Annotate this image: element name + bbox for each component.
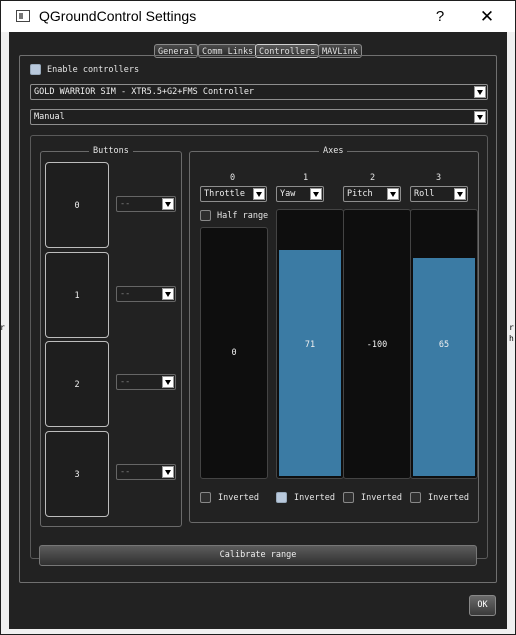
axis-level-fill — [413, 258, 475, 476]
axis-2-mapping-select[interactable]: Pitch — [343, 186, 401, 202]
chevron-down-icon — [162, 376, 174, 388]
enable-controllers-label: Enable controllers — [47, 65, 140, 75]
axis-3-mapping-select[interactable]: Roll — [410, 186, 468, 202]
axis-value: 65 — [438, 340, 450, 350]
button-action-value: -- — [120, 199, 131, 209]
ok-button[interactable]: OK — [469, 595, 496, 616]
chevron-down-icon — [474, 86, 486, 98]
chevron-down-icon — [253, 188, 265, 200]
button-index: 0 — [74, 201, 80, 211]
joystick-button-2[interactable]: 2 — [45, 341, 109, 427]
chevron-down-icon — [454, 188, 466, 200]
enable-controllers-checkbox[interactable] — [30, 64, 41, 75]
inverted-label: Inverted — [294, 493, 335, 503]
button-action-value: -- — [120, 289, 131, 299]
mode-select[interactable]: Manual — [30, 109, 488, 125]
button-2-action-select[interactable]: -- — [116, 374, 176, 390]
button-index: 3 — [74, 470, 80, 480]
button-action-value: -- — [120, 467, 131, 477]
chevron-down-icon — [474, 111, 486, 123]
half-range-checkbox[interactable] — [200, 210, 211, 221]
axis-1-inverted-checkbox[interactable] — [276, 492, 287, 503]
axis-index: 0 — [230, 173, 236, 183]
background-text-fragment: h — [509, 334, 514, 343]
axes-group-title: Axes — [319, 146, 348, 156]
button-1-action-select[interactable]: -- — [116, 286, 176, 302]
chevron-down-icon — [162, 288, 174, 300]
background-text-fragment: r — [0, 323, 5, 332]
help-button[interactable]: ? — [425, 5, 455, 29]
title-bar: QGroundControl Settings ? ✕ — [1, 1, 515, 32]
joystick-button-3[interactable]: 3 — [45, 431, 109, 517]
chevron-down-icon — [162, 198, 174, 210]
axis-2-inverted-checkbox[interactable] — [343, 492, 354, 503]
axis-1-mapping-select[interactable]: Yaw — [276, 186, 324, 202]
axis-index: 3 — [436, 173, 442, 183]
inverted-label: Inverted — [361, 493, 402, 503]
window-title: QGroundControl Settings — [39, 8, 197, 24]
joystick-button-1[interactable]: 1 — [45, 252, 109, 338]
half-range-label: Half range — [217, 211, 269, 221]
chevron-down-icon — [387, 188, 399, 200]
joystick-button-0[interactable]: 0 — [45, 162, 109, 248]
inverted-label: Inverted — [428, 493, 469, 503]
controller-select[interactable]: GOLD WARRIOR SIM - XTR5.5+G2+FMS Control… — [30, 84, 488, 100]
axis-0-inverted-checkbox[interactable] — [200, 492, 211, 503]
button-3-action-select[interactable]: -- — [116, 464, 176, 480]
axis-value: 0 — [231, 348, 237, 358]
axis-0-mapping-select[interactable]: Throttle — [200, 186, 267, 202]
chevron-down-icon — [162, 466, 174, 478]
axis-mapping-value: Pitch — [347, 189, 373, 199]
button-index: 2 — [74, 380, 80, 390]
mode-select-value: Manual — [34, 112, 65, 122]
axes-group: Axes 0 Throttle Half range 0 Inverted 1 … — [189, 146, 479, 523]
axis-3-level-bar: 65 — [410, 209, 478, 479]
controller-select-value: GOLD WARRIOR SIM - XTR5.5+G2+FMS Control… — [34, 87, 255, 97]
axis-value: 71 — [304, 340, 316, 350]
button-action-value: -- — [120, 377, 131, 387]
calibrate-range-button[interactable]: Calibrate range — [39, 545, 477, 566]
dialog-body: General Comm Links Controllers MAVLink E… — [9, 32, 507, 629]
axis-index: 1 — [303, 173, 309, 183]
chevron-down-icon — [310, 188, 322, 200]
button-0-action-select[interactable]: -- — [116, 196, 176, 212]
axis-value: -100 — [366, 340, 388, 350]
close-button[interactable]: ✕ — [469, 5, 505, 29]
buttons-group-title: Buttons — [89, 146, 133, 156]
button-index: 1 — [74, 291, 80, 301]
axis-mapping-value: Yaw — [280, 189, 296, 199]
axis-mapping-value: Roll — [414, 189, 435, 199]
axis-3-inverted-checkbox[interactable] — [410, 492, 421, 503]
background-text-fragment: r — [509, 323, 514, 332]
axis-2-level-bar: -100 — [343, 209, 411, 479]
axis-index: 2 — [370, 173, 376, 183]
axis-1-level-bar: 71 — [276, 209, 344, 479]
inverted-label: Inverted — [218, 493, 259, 503]
settings-dialog: QGroundControl Settings ? ✕ General Comm… — [0, 0, 516, 635]
buttons-group: Buttons 0 -- 1 -- 2 -- 3 -- — [40, 146, 182, 527]
axis-0-level-bar: 0 — [200, 227, 268, 479]
controller-config-frame: Buttons 0 -- 1 -- 2 -- 3 -- Axes 0 Throt… — [30, 135, 488, 559]
axis-mapping-value: Throttle — [204, 189, 245, 199]
axis-level-fill — [279, 250, 341, 476]
controllers-tab-pane: Enable controllers GOLD WARRIOR SIM - XT… — [19, 55, 497, 583]
app-window-icon — [16, 10, 30, 22]
